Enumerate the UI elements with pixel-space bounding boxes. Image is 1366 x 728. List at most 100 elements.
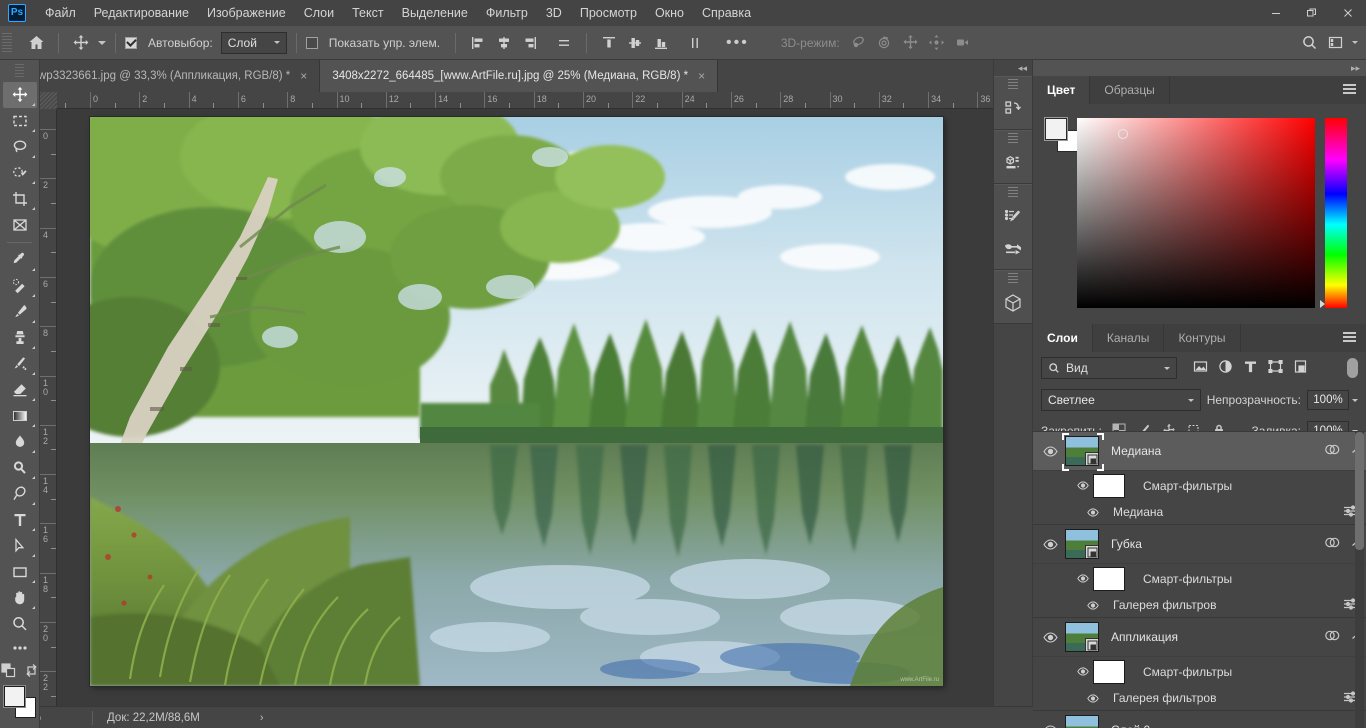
layer-name[interactable]: Аппликация <box>1111 630 1178 644</box>
spot-healing-brush-tool[interactable] <box>3 273 37 299</box>
3d-cube-icon[interactable] <box>996 287 1030 319</box>
align-left-icon[interactable] <box>465 30 491 56</box>
filter-shape-icon[interactable] <box>1268 359 1283 377</box>
color-panel-swatches[interactable] <box>1044 117 1079 152</box>
dodge-tool[interactable] <box>3 455 37 481</box>
roll-3d-icon[interactable] <box>872 30 898 56</box>
smart-filter-visibility-icon[interactable] <box>1083 600 1103 610</box>
image-canvas[interactable]: www.ArtFile.ru <box>90 117 943 686</box>
brush-tool[interactable] <box>3 299 37 325</box>
rectangle-tool[interactable] <box>3 559 37 585</box>
smart-filters-row[interactable]: Смарт-фильтры <box>1033 563 1366 593</box>
layer-row[interactable]: Слой 0 <box>1033 711 1366 728</box>
horizontal-ruler[interactable]: 0 2 4 6 8 10 12 14 16 18 20 22 24 26 28 30 32 34 36 <box>40 92 993 109</box>
dock-group-grip[interactable] <box>1008 133 1018 145</box>
layer-visibility-icon[interactable] <box>1039 538 1061 550</box>
menu-image[interactable]: Изображение <box>198 2 295 24</box>
autoselect-scope-select[interactable]: Слой <box>220 31 287 54</box>
filter-adjustment-icon[interactable] <box>1218 359 1233 377</box>
camera-3d-icon[interactable] <box>950 30 976 56</box>
workspace-icon[interactable] <box>1322 30 1348 56</box>
smart-filters-indicator-icon[interactable] <box>1323 630 1343 644</box>
history-icon[interactable] <box>996 93 1030 125</box>
layer-list-scrollbar[interactable] <box>1355 432 1364 728</box>
clone-stamp-tool[interactable] <box>3 325 37 351</box>
rectangular-marquee-tool[interactable] <box>3 108 37 134</box>
color-ramp-marker[interactable] <box>1118 129 1128 139</box>
distribute-vertical-icon[interactable] <box>682 30 708 56</box>
close-icon[interactable]: × <box>698 69 705 83</box>
layer-name[interactable]: Медиана <box>1111 444 1161 458</box>
pan-3d-icon[interactable] <box>898 30 924 56</box>
menu-file[interactable]: Файл <box>36 2 85 24</box>
default-colors-icon[interactable] <box>0 663 16 681</box>
smart-filter-name[interactable]: Галерея фильтров <box>1113 598 1216 612</box>
layer-thumbnail[interactable] <box>1065 529 1099 559</box>
foreground-color-swatch[interactable] <box>2 685 26 708</box>
color-panel-menu-icon[interactable] <box>1333 76 1366 104</box>
menu-window[interactable]: Окно <box>646 2 693 24</box>
layer-visibility-icon[interactable] <box>1039 724 1061 728</box>
color-panel-foreground-swatch[interactable] <box>1044 117 1068 141</box>
workspace-chevron-icon[interactable] <box>1352 41 1358 44</box>
edit-toolbar-tool[interactable] <box>3 637 37 659</box>
zoom-tool[interactable] <box>3 611 37 637</box>
distribute-horizontal-icon[interactable] <box>551 30 577 56</box>
layer-row[interactable]: Аппликация <box>1033 618 1366 656</box>
slide-3d-icon[interactable] <box>924 30 950 56</box>
type-tool[interactable] <box>3 507 37 533</box>
align-top-icon[interactable] <box>596 30 622 56</box>
menu-filter[interactable]: Фильтр <box>477 2 537 24</box>
menu-view[interactable]: Просмотр <box>571 2 646 24</box>
crop-tool[interactable] <box>3 186 37 212</box>
layer-name[interactable]: Слой 0 <box>1111 723 1150 728</box>
swap-colors-icon[interactable] <box>24 663 39 681</box>
smart-filter-row[interactable]: Медиана <box>1033 500 1366 524</box>
ruler-origin[interactable] <box>40 92 57 109</box>
show-controls-check-box[interactable] <box>305 36 318 49</box>
search-icon[interactable] <box>1296 30 1322 56</box>
layer-filter-toggle[interactable] <box>1347 358 1358 378</box>
smart-filters-indicator-icon[interactable] <box>1323 537 1343 551</box>
smart-filter-row[interactable]: Галерея фильтров <box>1033 686 1366 710</box>
close-button[interactable] <box>1330 0 1366 26</box>
history-brush-tool[interactable] <box>3 351 37 377</box>
smart-filters-visibility-icon[interactable] <box>1073 574 1093 583</box>
orbit-3d-icon[interactable] <box>846 30 872 56</box>
smart-filter-visibility-icon[interactable] <box>1083 693 1103 703</box>
tool-preset-caret-icon[interactable] <box>98 40 106 45</box>
smart-filter-mask-thumbnail[interactable] <box>1093 473 1125 498</box>
layer-list-scrollbar-thumb[interactable] <box>1355 432 1364 550</box>
smart-filters-visibility-icon[interactable] <box>1073 481 1093 490</box>
panel-expand-icon[interactable]: ▸▸ <box>1033 60 1366 76</box>
minimize-button[interactable] <box>1258 0 1294 26</box>
smart-filters-row[interactable]: Смарт-фильтры <box>1033 656 1366 686</box>
smart-filter-row[interactable]: Галерея фильтров <box>1033 593 1366 617</box>
home-icon[interactable] <box>23 30 49 56</box>
quick-selection-tool[interactable] <box>3 160 37 186</box>
hue-strip[interactable] <box>1325 118 1347 308</box>
align-middle-vertical-icon[interactable] <box>622 30 648 56</box>
path-selection-tool[interactable] <box>3 533 37 559</box>
menu-3d[interactable]: 3D <box>537 2 571 24</box>
autoselect-checkbox[interactable]: Автовыбор: <box>125 36 219 50</box>
autoselect-check-box[interactable] <box>125 36 137 49</box>
align-bottom-icon[interactable] <box>648 30 674 56</box>
smart-filter-name[interactable]: Галерея фильтров <box>1113 691 1216 705</box>
brushes-icon[interactable] <box>996 233 1030 265</box>
opacity-value[interactable]: 100% <box>1307 390 1349 410</box>
tab-color[interactable]: Цвет <box>1033 76 1091 104</box>
layer-row[interactable]: Губка <box>1033 525 1366 563</box>
dock-group-grip[interactable] <box>1008 187 1018 199</box>
3d-panel-icon[interactable] <box>996 147 1030 179</box>
filter-smartobject-icon[interactable] <box>1293 359 1308 377</box>
menu-text[interactable]: Текст <box>343 2 392 24</box>
document-view[interactable]: www.ArtFile.ru <box>57 109 993 711</box>
close-icon[interactable]: × <box>300 69 307 83</box>
blend-mode-select[interactable]: Светлее <box>1041 389 1201 411</box>
brush-settings-icon[interactable] <box>996 201 1030 233</box>
dock-group-grip[interactable] <box>1008 273 1018 285</box>
color-ramp[interactable] <box>1077 118 1315 308</box>
move-tool[interactable] <box>2 82 37 108</box>
restore-button[interactable] <box>1294 0 1330 26</box>
